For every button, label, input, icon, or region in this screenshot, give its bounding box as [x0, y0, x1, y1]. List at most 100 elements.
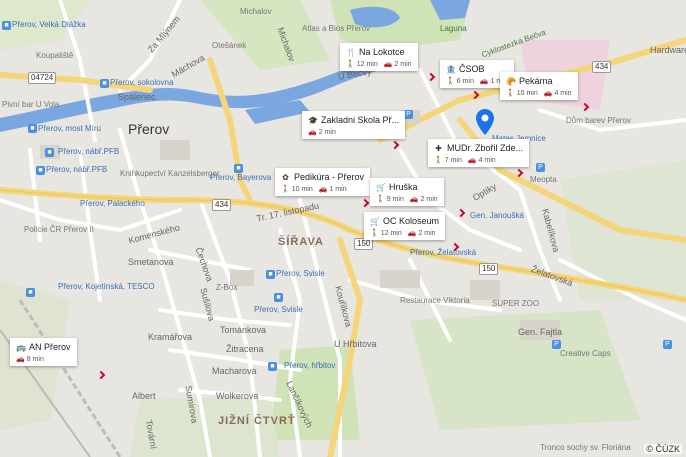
card-title: AN Přerov	[29, 342, 71, 352]
poi-label: Přerov, Palackého	[80, 199, 145, 208]
map-canvas[interactable]: Přerov ŠÍŘAVA JIŽNÍ ČTVRŤ 04724 434 434 …	[0, 0, 686, 457]
place-card[interactable]: ✚ MUDr. Zbořil Zde... 🚶 7 min 🚗 4 min	[428, 139, 530, 167]
card-title: Pekárna	[519, 76, 553, 86]
poi-label: Knihkupectví Kanzelsberger	[120, 169, 220, 178]
bus-stop-icon[interactable]: ■	[26, 288, 35, 297]
bus-stop-icon[interactable]: ■	[234, 164, 243, 173]
bakery-icon: 🥐	[506, 76, 516, 86]
card-title: Na Lokotce	[359, 47, 405, 57]
car-icon: 🚗	[318, 186, 328, 193]
card-drive-time: 2 min	[394, 60, 412, 68]
car-icon: 🚗	[407, 230, 417, 237]
place-card[interactable]: 🍴 Na Lokotce 🚶 12 min 🚗 2 min	[340, 43, 418, 71]
street-label: Macharova	[212, 366, 257, 376]
poi-label: Michalov	[240, 7, 272, 16]
medical-icon: ✚	[435, 143, 442, 153]
bus-stop-icon[interactable]: ■	[100, 79, 109, 88]
poi-label: Tronco sochy sv. Floriána	[540, 443, 631, 452]
poi-label: Koupaliště	[36, 51, 74, 60]
poi-label: Přerov, Želatovská	[410, 248, 477, 257]
poi-label: Pivní bar U Vola	[2, 100, 60, 109]
parking-icon[interactable]: P	[536, 163, 545, 172]
location-pin-icon[interactable]	[476, 109, 494, 135]
walk-icon: 🚶	[370, 230, 379, 237]
school-icon: 🎓	[308, 115, 318, 125]
car-icon: 🚗	[543, 90, 553, 97]
poi-label: Otešánek	[212, 41, 247, 50]
road-shield: 434	[592, 61, 612, 73]
place-card[interactable]: ✿ Pedikúra - Přerov 🚶 10 min 🚗 1 min	[275, 168, 371, 196]
card-walk-time: 10 min	[516, 89, 538, 97]
poi-label: Přerov, Svisle	[254, 305, 303, 314]
card-walk-time: 10 min	[291, 185, 313, 193]
parking-icon[interactable]: P	[663, 340, 672, 349]
bus-stop-icon[interactable]: ■	[36, 166, 45, 175]
poi-label: Přerov, nábř.PFB	[46, 165, 108, 174]
street-label: Tománkova	[220, 325, 267, 335]
place-card[interactable]: 🥐 Pekárna 🚶 10 min 🚗 4 min	[500, 72, 578, 100]
poi-label: Přerov, most Míru	[38, 124, 101, 133]
card-walk-time: 7 min	[444, 156, 462, 164]
poi-label: Přerov, Svisle	[276, 269, 325, 278]
poi-label: Dům barev Přerov	[566, 116, 631, 125]
poi-label: Přerov, Kojetínská, TESCO	[58, 282, 155, 291]
bank-icon: 🏦	[446, 64, 456, 74]
bus-icon: 🚌	[16, 342, 26, 352]
parking-icon[interactable]: P	[552, 340, 561, 349]
car-icon: 🚗	[308, 129, 317, 136]
bus-stop-icon[interactable]: ■	[274, 293, 283, 302]
street-label: Smetanova	[128, 257, 174, 267]
copyright-label: © ČÚZK	[644, 444, 682, 454]
poi-label: Gen. Janoušká	[470, 211, 524, 220]
parking-icon[interactable]: P	[404, 110, 413, 119]
car-icon: 🚗	[16, 356, 25, 363]
poi-label: Přerov, Bayerova	[210, 173, 272, 182]
poi-label: Přerov, Velká Dlážka	[12, 20, 86, 29]
car-icon: 🚗	[409, 196, 419, 203]
card-title: Pedikúra - Přerov	[294, 172, 365, 182]
street-label: Wolkerova	[216, 391, 259, 401]
car-icon: 🚗	[479, 78, 489, 85]
car-icon: 🚗	[467, 157, 477, 164]
card-drive-time: 2 min	[420, 195, 438, 203]
card-drive-time: 4 min	[478, 156, 496, 164]
road-shield: 150	[479, 263, 499, 275]
poi-label: Restaurace Viktoria	[400, 296, 470, 305]
place-card[interactable]: 🛒 OC Koloseum 🚶 12 min 🚗 2 min	[364, 212, 446, 240]
walk-icon: 🚶	[346, 61, 355, 68]
poi-label: Přerov, hřbitov	[284, 361, 336, 370]
place-card[interactable]: 🚌 AN Přerov 🚗 8 min	[10, 338, 77, 366]
street-label: U Hřbitova	[334, 339, 377, 349]
card-walk-time: 12 min	[356, 60, 378, 68]
card-drive-time: 8 min	[26, 355, 44, 363]
shop-icon: 🛒	[376, 182, 386, 192]
place-card[interactable]: 🛒 Hruška 🚶 9 min 🚗 2 min	[370, 178, 444, 206]
card-drive-time: 4 min	[554, 89, 572, 97]
bus-stop-icon[interactable]: ■	[268, 362, 277, 371]
walk-icon: 🚶	[506, 90, 515, 97]
district-label-jizni-ctvrt: JIŽNÍ ČTVRŤ	[218, 415, 296, 427]
poi-label: Creative Caps	[560, 349, 611, 358]
bus-stop-icon[interactable]: ■	[2, 21, 11, 30]
bus-stop-icon[interactable]: ■	[45, 148, 54, 157]
car-icon: 🚗	[383, 61, 393, 68]
bus-stop-icon[interactable]: ■	[266, 270, 275, 279]
poi-label: Přerov, sokolovna	[110, 78, 174, 87]
walk-icon: 🚶	[434, 157, 443, 164]
card-drive-time: 2 min	[318, 128, 336, 136]
road-shield: 434	[212, 199, 232, 211]
card-title: ČSOB	[459, 64, 485, 74]
card-walk-time: 12 min	[380, 229, 402, 237]
shop-icon: 🛒	[370, 216, 380, 226]
card-drive-time: 1 min	[329, 185, 347, 193]
street-label: Spálenec	[118, 92, 156, 102]
road-shield: 04724	[28, 72, 57, 84]
card-walk-time: 9 min	[386, 195, 404, 203]
poi-label: Atlas a Bios Přerov	[302, 24, 371, 33]
place-card[interactable]: 🎓 Zakladni Skola Př... 🚗 2 min	[302, 111, 406, 139]
poi-label: Laguna	[440, 24, 467, 33]
walk-icon: 🚶	[281, 186, 290, 193]
bus-stop-icon[interactable]: ■	[28, 124, 37, 133]
walk-icon: 🚶	[376, 196, 385, 203]
street-label: Hardware	[650, 45, 686, 55]
